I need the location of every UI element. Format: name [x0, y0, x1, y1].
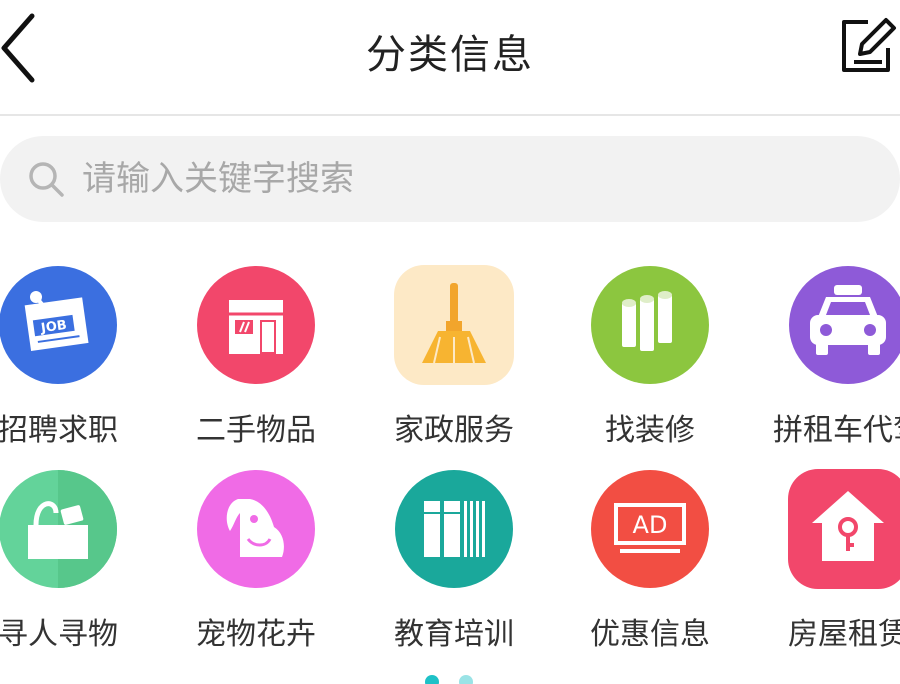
broom-icon	[394, 265, 514, 385]
category-label: 家政服务	[394, 413, 514, 448]
category-label: 拼租车代驾	[773, 413, 900, 448]
category-label: 教育培训	[394, 617, 514, 652]
box-icon	[0, 470, 117, 588]
search-bar[interactable]	[0, 136, 900, 222]
job-icon: JOB	[0, 266, 117, 384]
category-label: 找装修	[605, 413, 695, 448]
edit-icon	[842, 18, 896, 72]
search-icon	[29, 162, 64, 197]
category-label: 寻人寻物	[0, 617, 118, 652]
category-label: 二手物品	[196, 413, 316, 448]
page-indicator	[425, 675, 473, 684]
category-label: 优惠信息	[590, 617, 710, 652]
shop-icon	[197, 266, 315, 384]
car-icon	[789, 266, 900, 384]
house-icon	[788, 469, 900, 589]
category-item-rentals[interactable]: 房屋租赁	[788, 469, 900, 659]
books-icon	[395, 470, 513, 588]
category-grid: JOB 招聘求职 二手物品 家政服务 找装修 拼租车代 寻人寻物 宠物花卉 教育…	[0, 260, 900, 680]
page-title: 分类信息	[366, 32, 534, 78]
search-input[interactable]	[82, 136, 862, 222]
header-bar: 分类信息	[0, 0, 900, 116]
category-item-carpool[interactable]: 拼租车代驾	[773, 265, 900, 455]
category-label: 招聘求职	[0, 413, 118, 448]
category-label: 房屋租赁	[788, 617, 900, 652]
rolls-icon	[591, 266, 709, 384]
svg-text:AD: AD	[633, 511, 668, 539]
category-label: 宠物花卉	[196, 617, 316, 652]
dog-icon	[197, 470, 315, 588]
edit-button[interactable]	[838, 16, 898, 76]
ad-icon: AD	[591, 470, 709, 588]
